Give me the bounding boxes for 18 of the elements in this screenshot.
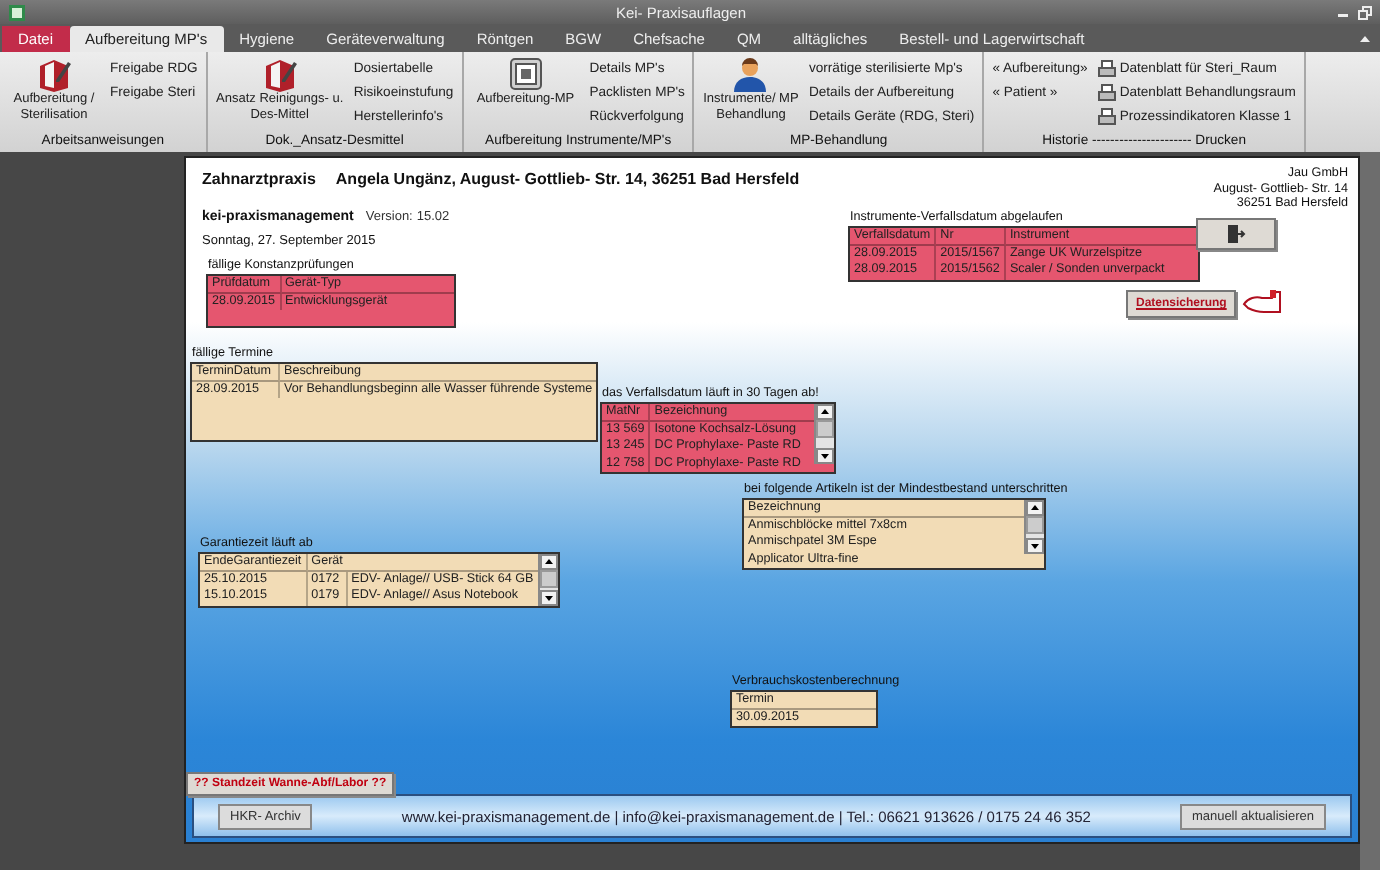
practice-type: Zahnarztpraxis <box>202 170 316 188</box>
printer-icon <box>1097 84 1116 102</box>
practice-address: Angela Ungänz, August- Gottlieb- Str. 14, 36251 Bad Hersfeld <box>335 170 800 188</box>
scrollbar[interactable] <box>537 554 558 606</box>
printer-icon <box>1097 60 1116 78</box>
caret-icon[interactable] <box>1358 31 1372 45</box>
app-icon <box>8 3 26 21</box>
device-icon <box>507 56 544 92</box>
hand-icon <box>1242 288 1282 316</box>
scrollbar[interactable] <box>814 404 835 464</box>
person-icon <box>732 56 769 92</box>
scrollbar[interactable] <box>1024 500 1044 554</box>
door-icon <box>1226 224 1246 244</box>
book-pencil-icon <box>261 56 298 92</box>
printer-icon <box>1097 108 1116 126</box>
restore-icon[interactable] <box>1358 5 1372 19</box>
exit-button[interactable] <box>1196 218 1276 250</box>
book-pencil-icon <box>36 56 72 92</box>
